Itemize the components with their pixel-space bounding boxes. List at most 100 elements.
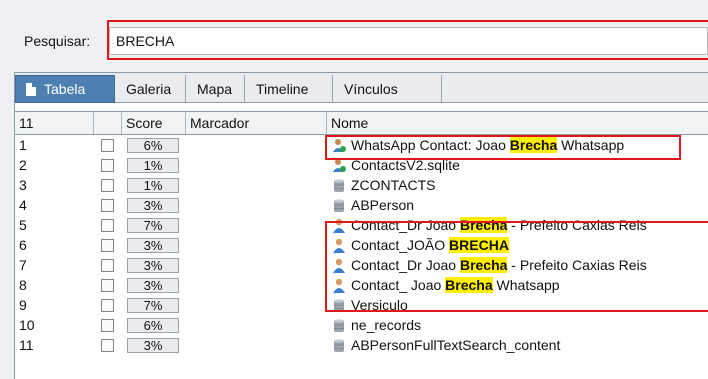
search-hit-highlight: BRECHA [449, 237, 509, 253]
name-text: ZCONTACTS [351, 177, 436, 193]
col-count[interactable]: 11 [15, 112, 94, 134]
name-text: ContactsV2.sqlite [351, 157, 460, 173]
row-number: 8 [19, 277, 27, 293]
score-badge: 3% [127, 198, 179, 213]
tab-vinculos[interactable]: Vínculos [334, 75, 441, 102]
row-number: 5 [19, 217, 27, 233]
person-icon [332, 218, 346, 233]
row-checkbox[interactable] [101, 319, 114, 332]
row-checkbox[interactable] [101, 219, 114, 232]
row-name: ABPersonFullTextSearch_content [351, 336, 708, 355]
score-badge: 6% [127, 318, 179, 333]
name-text: Contact_Dr Joao [351, 257, 460, 273]
row-number: 9 [19, 297, 27, 313]
row-checkbox[interactable] [101, 259, 114, 272]
search-input[interactable] [109, 27, 708, 55]
person-icon [332, 238, 346, 253]
tab-label: Timeline [256, 80, 309, 97]
table-row[interactable]: 2 1% ContactsV2.sqlite [15, 156, 708, 175]
search-hit-highlight: Brecha [445, 277, 493, 293]
col-marcador[interactable]: Marcador [186, 112, 327, 134]
name-text-suffix: Whatsapp [557, 137, 625, 153]
row-name: ABPerson [351, 196, 708, 215]
row-checkbox[interactable] [101, 279, 114, 292]
row-checkbox[interactable] [101, 239, 114, 252]
row-checkbox[interactable] [101, 339, 114, 352]
col-checkbox[interactable] [94, 112, 122, 134]
row-number: 1 [19, 137, 27, 153]
table-row[interactable]: 3 1% ZCONTACTS [15, 176, 708, 195]
database-icon [332, 338, 346, 353]
row-name: Contact_ Joao Brecha Whatsapp [351, 276, 708, 295]
score-badge: 3% [127, 258, 179, 273]
table-row[interactable]: 8 3% Contact_ Joao Brecha Whatsapp [15, 276, 708, 295]
tab-tabela[interactable]: Tabela [15, 75, 115, 103]
name-text: WhatsApp Contact: Joao [351, 137, 510, 153]
name-text-suffix: Whatsapp [492, 277, 560, 293]
tab-bar-filler [441, 75, 708, 102]
search-hit-highlight: Brecha [459, 217, 508, 233]
row-number: 11 [19, 337, 34, 353]
contact-icon [332, 158, 346, 173]
score-badge: 6% [127, 138, 179, 153]
document-icon [26, 82, 36, 96]
name-text-suffix: - Prefeito Caxias Reis [507, 257, 647, 273]
name-text: Contact_Dr Joao [351, 217, 460, 233]
row-checkbox[interactable] [101, 179, 114, 192]
name-text-suffix: - Prefeito Caxias Reis [507, 217, 647, 233]
row-name: WhatsApp Contact: Joao Brecha Whatsapp [351, 136, 708, 155]
tab-timeline[interactable]: Timeline [246, 75, 333, 102]
score-badge: 1% [127, 178, 179, 193]
search-label: Pesquisar: [24, 33, 91, 49]
results-panel: Tabela Galeria Mapa Timeline Vínculos 11… [14, 72, 708, 379]
score-badge: 3% [127, 278, 179, 293]
row-number: 7 [19, 257, 27, 273]
name-text: Contact_JOÃO [351, 237, 450, 253]
row-name: Versiculo [351, 296, 708, 315]
score-badge: 7% [127, 218, 179, 233]
col-score[interactable]: Score [122, 112, 186, 134]
tab-mapa[interactable]: Mapa [187, 75, 245, 102]
row-checkbox[interactable] [101, 139, 114, 152]
row-checkbox[interactable] [101, 299, 114, 312]
tab-label: Vínculos [344, 80, 398, 97]
search-bar: Pesquisar: [0, 0, 708, 68]
score-badge: 3% [127, 238, 179, 253]
person-icon [332, 278, 346, 293]
table-header: 11 Score Marcador Nome [15, 111, 708, 135]
row-number: 3 [19, 177, 27, 193]
row-number: 4 [19, 197, 27, 213]
database-icon [332, 198, 346, 213]
table-row[interactable]: 7 3% Contact_Dr Joao Brecha - Prefeito Cax… [15, 256, 708, 275]
row-name: Contact_JOÃO BRECHA [351, 236, 708, 255]
row-number: 6 [19, 237, 27, 253]
tab-galeria[interactable]: Galeria [116, 75, 186, 102]
database-icon [332, 298, 346, 313]
name-text: ne_records [351, 317, 422, 333]
tab-label: Mapa [197, 80, 233, 97]
score-badge: 7% [127, 298, 179, 313]
table-row[interactable]: 1 6% WhatsApp Contact: Joao Brecha Whatsap… [15, 136, 708, 155]
row-name: ZCONTACTS [351, 176, 708, 195]
row-checkbox[interactable] [101, 159, 114, 172]
row-name: Contact_Dr Joao Brecha - Prefeito Caxias… [351, 216, 708, 235]
database-icon [332, 318, 346, 333]
table-row[interactable]: 5 7% Contact_Dr Joao Brecha - Prefeito Cax… [15, 216, 708, 235]
row-checkbox[interactable] [101, 199, 114, 212]
row-name: Contact_Dr Joao Brecha - Prefeito Caxias… [351, 256, 708, 275]
database-icon [332, 178, 346, 193]
tab-bar: Tabela Galeria Mapa Timeline Vínculos [15, 73, 708, 103]
table-row[interactable]: 11 3% ABPersonFullTextSearch_content [15, 336, 708, 355]
score-badge: 1% [127, 158, 179, 173]
tab-label: Tabela [44, 81, 86, 97]
table-row[interactable]: 10 6% ne_records [15, 316, 708, 335]
table-row[interactable]: 6 3% Contact_JOÃO BRECHA [15, 236, 708, 255]
row-name: ne_records [351, 316, 708, 335]
table-row[interactable]: 9 7% Versiculo [15, 296, 708, 315]
name-text: Versiculo [351, 297, 408, 313]
row-name: ContactsV2.sqlite [351, 156, 708, 175]
tab-label: Galeria [126, 80, 172, 97]
col-nome[interactable]: Nome [327, 112, 708, 134]
table-row[interactable]: 4 3% ABPerson [15, 196, 708, 215]
row-number: 10 [19, 317, 35, 333]
